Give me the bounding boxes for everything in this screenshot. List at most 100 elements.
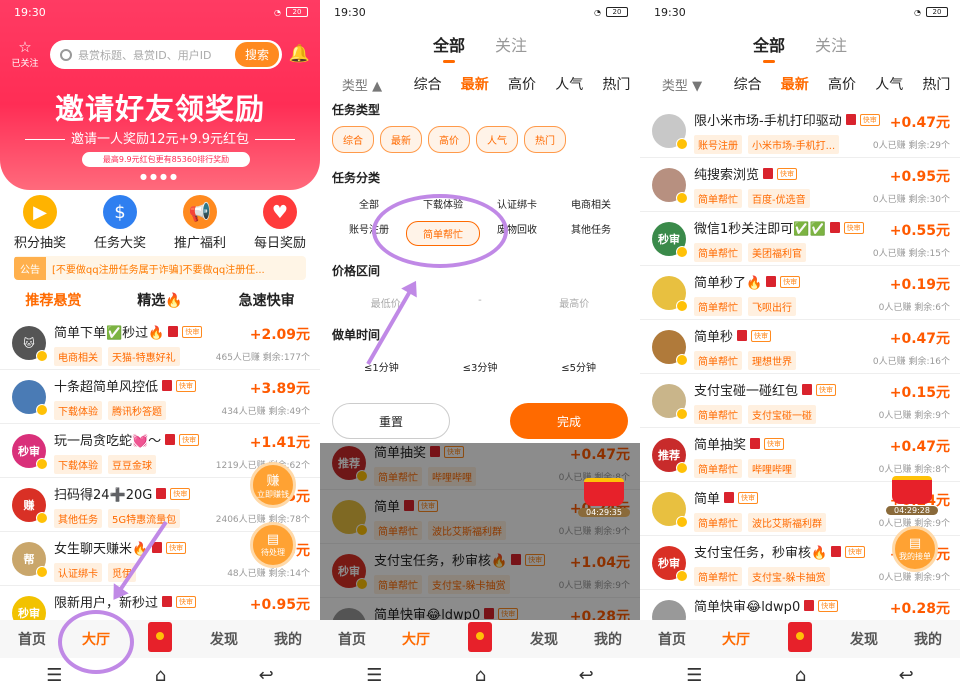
search-bar[interactable]: 悬赏标题、悬赏ID、用户ID 搜索	[50, 40, 282, 69]
nav-home[interactable]: 首页	[640, 629, 704, 649]
bookmark-icon	[168, 326, 179, 337]
task-row[interactable]: 支付宝碰一碰红包 快审 简单帮忙 支付宝碰一碰 +0.15元 0人已赚 剩余:9个	[640, 374, 960, 428]
menu-icon[interactable]: ☰	[366, 665, 382, 686]
back-icon[interactable]: ↩	[579, 665, 594, 686]
bookmark-icon	[829, 222, 840, 233]
red-envelope-icon	[468, 622, 492, 652]
red-packet-timer[interactable]: 04:29:28	[886, 476, 938, 518]
menu-icon[interactable]: ☰	[686, 665, 702, 686]
type-filter-toggle[interactable]: 类型 ▲	[320, 75, 404, 94]
max-price-input[interactable]: 最高价	[559, 295, 589, 310]
tab-follow[interactable]: 关注	[495, 32, 527, 56]
nav-hall[interactable]: 大厅	[704, 629, 768, 649]
dim-overlay[interactable]	[320, 443, 640, 620]
avatar	[652, 276, 688, 312]
tab-featured[interactable]: 精选🔥	[107, 290, 214, 310]
bottom-nav: 首页 大厅 发现 我的	[640, 620, 960, 658]
task-row[interactable]: 推荐 简单抽奖 快审简单帮忙哔哩哔哩 +0.47元 0人已赚 剩余:8个	[640, 428, 960, 482]
home-icon[interactable]: ⌂	[795, 665, 806, 686]
quick-badge-icon: 快审	[859, 113, 880, 126]
sort-high-price[interactable]: 高价	[498, 74, 545, 94]
nav-redpacket[interactable]	[448, 622, 512, 656]
sort-hot[interactable]: 热门	[913, 74, 960, 94]
min-price-input[interactable]: 最低价	[371, 295, 401, 310]
sort-bar: 类型 ▲ 综合 最新 高价 人气 热门	[320, 74, 640, 94]
coin-badge-icon	[676, 138, 688, 150]
task-tags: 简单帮忙 波比艾斯福利群	[694, 513, 826, 532]
category-megaphone[interactable]: 📢 推广福利	[160, 195, 240, 251]
tab-follow[interactable]: 关注	[815, 32, 847, 56]
sort-newest[interactable]: 最新	[451, 74, 498, 94]
category-play[interactable]: ▶ 积分抽奖	[0, 195, 80, 251]
sort-popular[interactable]: 人气	[866, 74, 913, 94]
sort-newest[interactable]: 最新	[771, 74, 818, 94]
task-row[interactable]: 简单秒了🔥 快审 简单帮忙 飞呗出行 +0.19元 0人已赚 剩余:6个	[640, 266, 960, 320]
coin-badge-icon	[36, 350, 48, 362]
task-row[interactable]: 简单秒 快审 简单帮忙 理想世界 +0.47元 0人已赚 剩余:16个	[640, 320, 960, 374]
nav-hall[interactable]: 大厅	[384, 629, 448, 649]
nav-discover[interactable]: 发现	[832, 629, 896, 649]
sort-popular[interactable]: 人气	[546, 74, 593, 94]
task-tag: 账号注册	[694, 135, 742, 154]
category-option[interactable]: 其他任务	[554, 221, 628, 246]
banner-title[interactable]: 邀请好友领奖励	[0, 86, 320, 128]
search-button[interactable]: 搜索	[234, 42, 279, 67]
reset-button[interactable]: 重置	[332, 403, 450, 439]
back-icon[interactable]: ↩	[259, 665, 274, 686]
red-packet-timer[interactable]: 04:29:35	[578, 478, 630, 520]
task-row[interactable]: 纯搜索浏览 快审 简单帮忙 百度-优选音 +0.95元 0人已赚 剩余:30个	[640, 158, 960, 212]
tab-fast-review[interactable]: 急速快审	[213, 290, 320, 310]
category-heart[interactable]: ♥ 每日奖励	[240, 195, 320, 251]
time-5min[interactable]: ≤5分钟	[561, 359, 596, 374]
follow-button[interactable]: ☆ 已关注	[10, 38, 40, 69]
avatar	[652, 168, 688, 204]
back-icon[interactable]: ↩	[899, 665, 914, 686]
earn-now-float-button[interactable]: 赚立即赚钱	[250, 462, 296, 508]
category-moneybag[interactable]: $ 任务大奖	[80, 195, 160, 251]
nav-home[interactable]: 首页	[320, 629, 384, 649]
tab-recommended[interactable]: 推荐悬赏	[0, 290, 107, 310]
avatar: 推荐	[652, 438, 688, 474]
task-tags: 下载体验 豆豆金球	[54, 455, 156, 474]
nav-discover[interactable]: 发现	[512, 629, 576, 649]
type-option[interactable]: 人气	[476, 126, 518, 153]
type-option[interactable]: 综合	[332, 126, 374, 153]
sort-hot[interactable]: 热门	[593, 74, 640, 94]
tab-all[interactable]: 全部	[433, 32, 465, 63]
clock: 19:30	[654, 5, 686, 19]
task-tag: 哔哩哔哩	[748, 459, 796, 478]
category-option[interactable]: 电商相关	[554, 196, 628, 211]
nav-mine[interactable]: 我的	[256, 629, 320, 649]
done-button[interactable]: 完成	[510, 403, 628, 439]
nav-mine[interactable]: 我的	[576, 629, 640, 649]
task-row[interactable]: 🐱 简单下单✅秒过🔥 快审 电商相关 天猫-特惠好礼 +2.09元 465人已赚 剩余:17…	[0, 316, 320, 370]
nav-mine[interactable]: 我的	[896, 629, 960, 649]
nav-redpacket[interactable]	[768, 622, 832, 656]
search-input[interactable]: 悬赏标题、悬赏ID、用户ID	[78, 47, 235, 63]
nav-home[interactable]: 首页	[0, 629, 64, 649]
menu-icon[interactable]: ☰	[46, 665, 62, 686]
sort-comprehensive[interactable]: 综合	[404, 74, 451, 94]
pending-float-button[interactable]: ▤ 待处理	[250, 522, 296, 568]
notice-bar[interactable]: 公告 [不要做qq注册任务属于诈骗]不要做qq注册任...	[14, 256, 306, 280]
type-filter-toggle[interactable]: 类型 ▼	[640, 75, 724, 94]
time-3min[interactable]: ≤3分钟	[463, 359, 498, 374]
type-option[interactable]: 高价	[428, 126, 470, 153]
my-orders-float-button[interactable]: ▤ 我的接单	[892, 526, 938, 572]
home-icon[interactable]: ⌂	[475, 665, 486, 686]
notice-tag: 公告	[14, 256, 46, 280]
task-row[interactable]: 秒审 微信1秒关注即可✅✅ 快审 简单帮忙 美团福利官 +0.55元 0人已赚 剩余:15个	[640, 212, 960, 266]
task-row[interactable]: 限小米市场-手机打印驱动 快审 账号注册 小米市场-手机打... +0.47元 0人已赚 …	[640, 104, 960, 158]
sort-high-price[interactable]: 高价	[818, 74, 865, 94]
sort-comprehensive[interactable]: 综合	[724, 74, 771, 94]
status-bar: 19:30 ◔ 20	[320, 0, 640, 24]
tab-all[interactable]: 全部	[753, 32, 785, 63]
type-option[interactable]: 热门	[524, 126, 566, 153]
bell-icon[interactable]: 🔔	[289, 44, 310, 64]
nav-discover[interactable]: 发现	[192, 629, 256, 649]
task-tag: 波比艾斯福利群	[748, 513, 826, 532]
type-option[interactable]: 最新	[380, 126, 422, 153]
task-row[interactable]: 十条超简单风控低 快审 下载体验 腾讯秒答题 +3.89元 434人已赚 剩余:49个	[0, 370, 320, 424]
nav-redpacket[interactable]	[128, 622, 192, 656]
home-icon[interactable]: ⌂	[155, 665, 166, 686]
